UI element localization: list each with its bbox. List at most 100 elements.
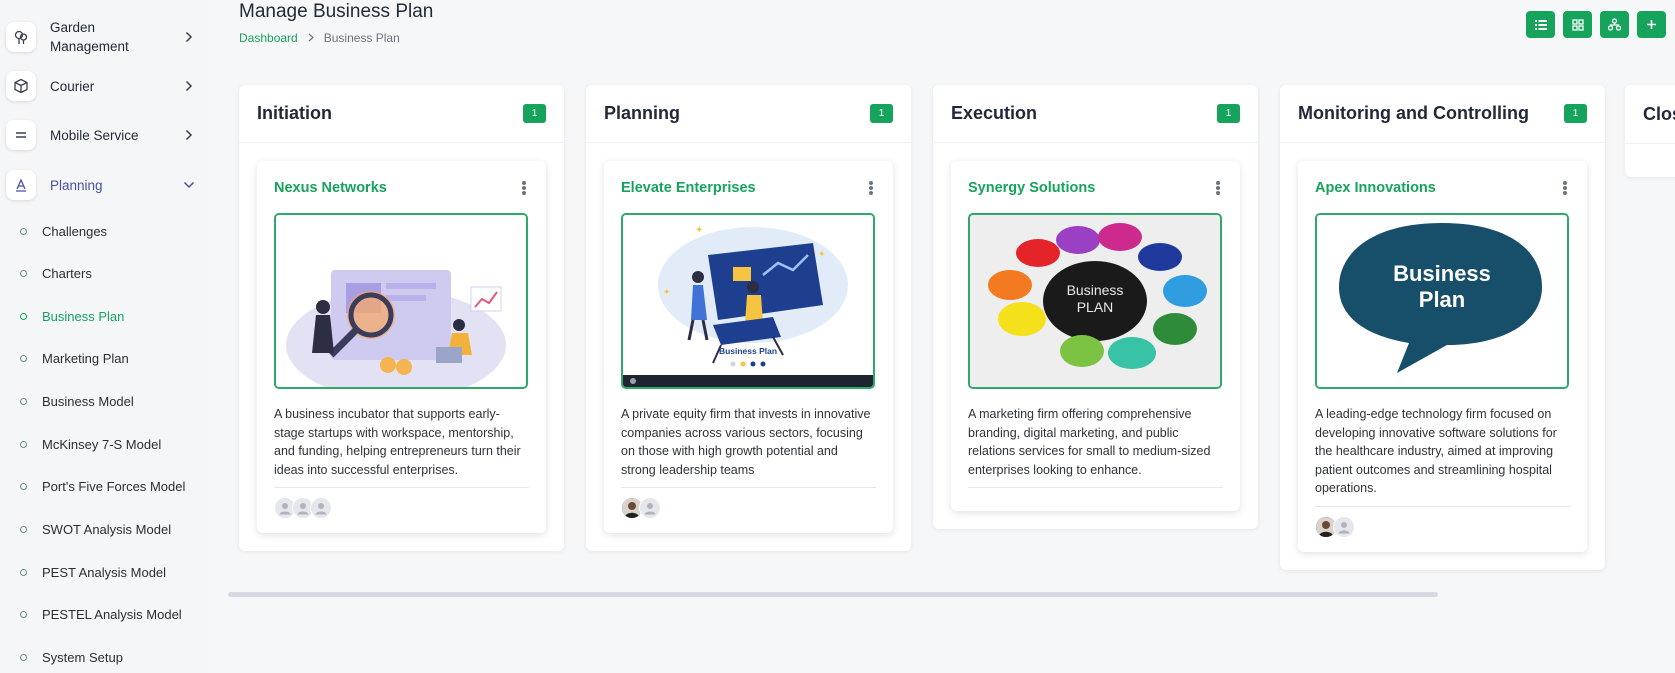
card-title[interactable]: Apex Innovations <box>1315 180 1436 196</box>
column-count-badge: 1 <box>1564 104 1587 123</box>
avatar[interactable] <box>310 497 332 519</box>
grid-view-icon <box>1571 18 1584 31</box>
box-icon <box>6 71 36 101</box>
plan-card[interactable]: Apex Innovations Business Plan A leading… <box>1298 161 1587 552</box>
card-image-subheading: Plan <box>1419 287 1465 312</box>
card-image: Business PLAN <box>968 213 1222 389</box>
card-members <box>621 487 876 521</box>
sidebar-subitem-label: Port's Five Forces Model <box>42 478 186 494</box>
tree-view-button[interactable] <box>1600 11 1629 38</box>
avatar[interactable] <box>639 497 661 519</box>
list-view-icon <box>1534 19 1547 30</box>
card-image: ✦ ✦ ✦ Business Plan <box>621 213 875 389</box>
chevron-right-icon <box>182 128 196 142</box>
menu-lines-icon <box>6 120 36 150</box>
column-count-badge: 1 <box>870 104 893 123</box>
sidebar: Garden Management Courier Mobile Service… <box>0 0 208 673</box>
more-options-icon[interactable] <box>866 179 876 197</box>
grid-view-button[interactable] <box>1563 11 1592 38</box>
card-title[interactable]: Synergy Solutions <box>968 180 1095 196</box>
bullet-icon <box>20 525 27 533</box>
user-placeholder-icon <box>279 503 291 515</box>
breadcrumb-current: Business Plan <box>323 31 400 45</box>
card-description: A business incubator that supports early… <box>274 407 521 477</box>
sidebar-item-courier[interactable]: Courier <box>6 71 196 101</box>
sidebar-subitem-challenges[interactable]: Challenges <box>20 221 107 241</box>
column-header: Execution 1 <box>933 85 1258 143</box>
plant-icon <box>6 22 36 52</box>
sidebar-item-planning[interactable]: Planning <box>6 170 196 200</box>
svg-text:✦: ✦ <box>695 225 703 236</box>
breadcrumb-dashboard-link[interactable]: Dashboard <box>239 31 298 45</box>
view-toolbar <box>1526 11 1666 38</box>
column-title: Planning <box>604 103 680 123</box>
sidebar-subitem-pest-analysis-model[interactable]: PEST Analysis Model <box>20 562 166 582</box>
sidebar-subitem-label: PESTEL Analysis Model <box>42 606 182 622</box>
list-view-button[interactable] <box>1526 11 1555 38</box>
sidebar-subitem-business-plan[interactable]: Business Plan <box>20 306 124 326</box>
sidebar-subitem-label: SWOT Analysis Model <box>42 521 172 537</box>
user-placeholder-icon <box>644 503 656 515</box>
more-options-icon[interactable] <box>519 179 529 197</box>
sidebar-subitem-system-setup[interactable]: System Setup <box>20 647 123 667</box>
plan-card[interactable]: Elevate Enterprises ✦ ✦ ✦ Business Plan … <box>604 161 893 533</box>
sidebar-subitem-label: McKinsey 7-S Model <box>42 436 162 452</box>
sidebar-subitem-label: Marketing Plan <box>42 350 129 366</box>
column-title: Monitoring and Controlling <box>1298 103 1529 123</box>
horizontal-scrollbar[interactable] <box>228 592 1438 597</box>
sidebar-subitem-business-model[interactable]: Business Model <box>20 391 134 411</box>
sidebar-subitem-pestel-analysis-model[interactable]: PESTEL Analysis Model <box>20 604 182 624</box>
sidebar-subitem-label: Business Model <box>42 393 134 409</box>
sidebar-subitem-swot-analysis-model[interactable]: SWOT Analysis Model <box>20 519 171 539</box>
svg-text:✦: ✦ <box>818 249 826 259</box>
column-count-badge: 1 <box>523 104 546 123</box>
card-image-subheading: PLAN <box>1077 299 1114 315</box>
sidebar-subitem-marketing-plan[interactable]: Marketing Plan <box>20 348 129 368</box>
user-placeholder-icon <box>1338 521 1350 533</box>
user-placeholder-icon <box>315 503 327 515</box>
breadcrumb: Dashboard Business Plan <box>239 31 400 45</box>
bullet-icon <box>20 312 27 320</box>
more-options-icon[interactable] <box>1213 179 1223 197</box>
sidebar-item-label: Garden Management <box>50 20 129 54</box>
sidebar-subitem-charters[interactable]: Charters <box>20 263 92 283</box>
bullet-icon <box>20 397 27 405</box>
column-count-badge: 1 <box>1217 104 1240 123</box>
more-options-icon[interactable] <box>1560 179 1570 197</box>
chevron-down-icon <box>182 178 196 192</box>
column-title: Clos <box>1643 104 1675 124</box>
sidebar-item-mobile-service[interactable]: Mobile Service <box>6 120 196 150</box>
sidebar-item-garden-management[interactable]: Garden Management <box>6 18 196 56</box>
board-column-initiation: Initiation 1 Nexus Networks A business i… <box>239 85 564 551</box>
card-image-caption: Business Plan <box>719 346 777 356</box>
card-image-heading: Business <box>1067 282 1124 298</box>
sidebar-subitem-mckinsey-7s-model[interactable]: McKinsey 7-S Model <box>20 434 161 454</box>
avatar[interactable] <box>1333 515 1355 538</box>
card-members <box>1315 505 1570 540</box>
column-header: Monitoring and Controlling 1 <box>1280 85 1605 143</box>
sidebar-subitem-label: PEST Analysis Model <box>42 564 167 580</box>
sidebar-subitem-label: Charters <box>42 265 92 281</box>
bullet-icon <box>20 568 27 576</box>
bullet-icon <box>20 610 27 618</box>
sidebar-item-label: Planning <box>50 177 103 193</box>
sidebar-item-label: Courier <box>50 78 95 94</box>
card-description: A marketing firm offering comprehensive … <box>968 407 1211 477</box>
breadcrumb-separator-icon <box>308 31 314 45</box>
sidebar-subitem-label: System Setup <box>42 649 123 665</box>
column-title: Initiation <box>257 103 332 123</box>
add-button[interactable] <box>1637 11 1666 38</box>
card-title[interactable]: Nexus Networks <box>274 180 387 196</box>
plan-card[interactable]: Synergy Solutions Business PLAN A market… <box>951 161 1240 511</box>
page-title: Manage Business Plan <box>239 1 434 22</box>
sidebar-subitem-five-forces-model[interactable]: Port's Five Forces Model <box>20 476 185 496</box>
board-column-execution: Execution 1 Synergy Solutions Business P… <box>933 85 1258 529</box>
plan-card[interactable]: Nexus Networks A business incubator that… <box>257 161 546 533</box>
bullet-icon <box>20 227 27 235</box>
svg-text:✦: ✦ <box>663 287 671 297</box>
card-members <box>968 487 1223 499</box>
card-title[interactable]: Elevate Enterprises <box>621 180 756 196</box>
chevron-right-icon <box>182 79 196 93</box>
board-column-monitoring-and-controlling: Monitoring and Controlling 1 Apex Innova… <box>1280 85 1605 570</box>
card-image: Business Plan <box>1315 213 1569 389</box>
